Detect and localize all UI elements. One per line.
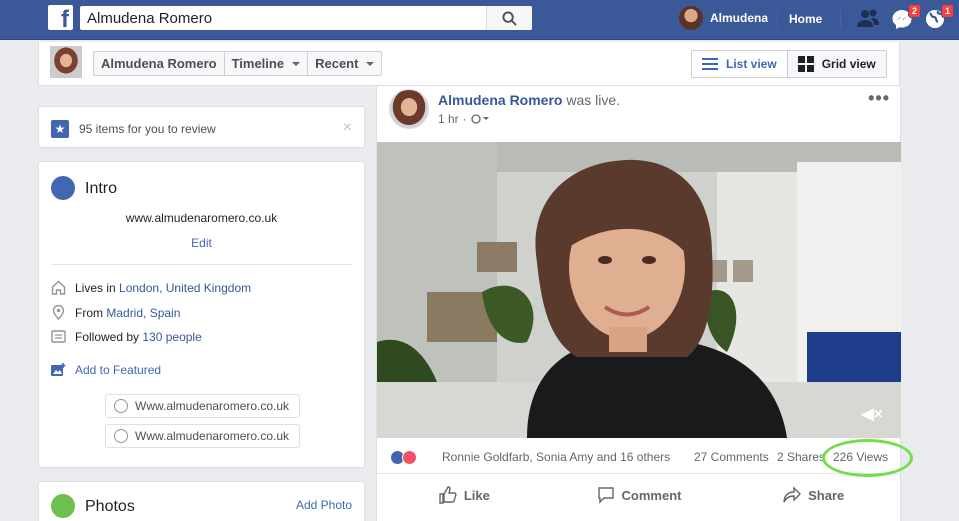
followers-icon <box>51 330 66 343</box>
audience-globe-icon[interactable] <box>471 114 489 124</box>
post-timestamp: 1 hr · <box>438 112 489 126</box>
recent-dropdown[interactable]: Recent <box>308 52 381 75</box>
website-chip[interactable]: Www.almudenaromero.co.uk <box>105 424 300 448</box>
close-icon[interactable]: × <box>343 119 352 137</box>
website-chip-label: Www.almudenaromero.co.uk <box>135 399 290 413</box>
photos-card: Photos Add Photo <box>38 481 365 521</box>
intro-website: www.almudenaromero.co.uk <box>125 211 278 225</box>
post-header: Almudena Romero was live. <box>438 92 620 108</box>
nav-home-link[interactable]: Home <box>789 12 822 26</box>
globe-icon <box>51 176 75 200</box>
list-icon <box>702 58 718 70</box>
views-highlight-circle <box>822 439 913 477</box>
nav-divider <box>777 10 778 28</box>
add-photo-link[interactable]: Add Photo <box>296 498 352 512</box>
post-actions: Like Comment Share <box>377 478 901 512</box>
top-navigation-bar: f Almudena Home 2 1 <box>0 0 959 40</box>
globe-icon <box>114 399 128 413</box>
avatar <box>679 6 703 30</box>
video-frame <box>377 142 901 438</box>
share-label: Share <box>808 487 845 503</box>
search-icon <box>502 10 517 26</box>
view-toggle: List view Grid view <box>691 50 887 78</box>
star-icon: ★ <box>51 120 69 138</box>
post-options-button[interactable]: ••• <box>868 88 890 109</box>
globe-icon <box>114 429 128 443</box>
comments-count-link[interactable]: 27 Comments <box>694 450 769 464</box>
edit-bio-link[interactable]: Edit <box>39 236 364 250</box>
add-to-featured-button[interactable]: Add to Featured <box>51 363 161 377</box>
from-row: From Madrid, Spain <box>51 305 180 320</box>
nav-divider <box>840 10 841 28</box>
search-input[interactable] <box>80 7 486 29</box>
recent-label: Recent <box>315 56 359 71</box>
timeline-dropdown[interactable]: Timeline <box>225 52 309 75</box>
profile-name-link[interactable]: Almudena Romero <box>94 52 225 75</box>
live-post: Almudena Romero was live. 1 hr · ••• ◀× … <box>376 86 913 521</box>
grid-view-label: Grid view <box>821 57 876 71</box>
timeline-nav: Almudena Romero Timeline Recent <box>93 51 383 76</box>
like-button[interactable]: Like <box>377 478 552 512</box>
share-button[interactable]: Share <box>726 478 901 512</box>
timeline-label: Timeline <box>231 56 285 71</box>
search-button[interactable] <box>486 6 532 30</box>
comment-button[interactable]: Comment <box>552 478 727 512</box>
lives-in-prefix: Lives in <box>75 280 116 295</box>
like-label: Like <box>463 487 490 503</box>
notifications-button[interactable]: 1 <box>924 4 954 30</box>
thumbs-up-icon <box>439 486 457 504</box>
reaction-icons[interactable] <box>390 450 417 465</box>
shares-count-link[interactable]: 2 Shares <box>777 450 825 464</box>
intro-card: Intro www.almudenaromero.co.uk Edit Live… <box>38 161 365 468</box>
review-text: 95 items for you to review <box>79 122 216 136</box>
nav-profile-link[interactable]: Almudena <box>679 6 768 30</box>
chevron-down-icon <box>292 61 301 66</box>
featured-photo-icon <box>51 363 66 376</box>
nav-user-name: Almudena <box>710 11 769 25</box>
live-video-player[interactable]: ◀× <box>377 142 901 438</box>
timeline-subheader: Almudena Romero Timeline Recent List vie… <box>38 42 900 86</box>
friends-icon <box>857 9 879 27</box>
photos-icon <box>51 494 75 518</box>
list-view-button[interactable]: List view <box>692 51 788 77</box>
reaction-names-link[interactable]: Ronnie Goldfarb, Sonia Amy and 16 others <box>442 450 670 464</box>
chevron-down-icon <box>366 61 375 66</box>
profile-thumbnail[interactable] <box>50 46 82 78</box>
comment-icon <box>597 487 614 504</box>
lives-in-link[interactable]: London, United Kingdom <box>119 281 251 295</box>
mute-icon[interactable]: ◀× <box>861 404 883 424</box>
lives-in-row: Lives in London, United Kingdom <box>51 280 251 295</box>
post-action: was live. <box>566 92 621 108</box>
grid-icon <box>797 56 814 72</box>
intro-title: Intro <box>85 180 118 197</box>
list-view-label: List view <box>726 57 777 71</box>
avatar[interactable] <box>389 89 429 129</box>
divider <box>51 264 352 265</box>
messages-button[interactable]: 2 <box>891 4 921 30</box>
friend-requests-button[interactable] <box>856 8 880 30</box>
notifications-badge: 1 <box>940 4 954 18</box>
love-reaction-icon <box>402 450 417 465</box>
website-chip[interactable]: Www.almudenaromero.co.uk <box>105 394 300 418</box>
website-chip-label: Www.almudenaromero.co.uk <box>135 429 290 443</box>
followed-prefix: Followed by <box>75 329 140 344</box>
comment-label: Comment <box>621 487 682 503</box>
add-to-featured-label: Add to Featured <box>75 363 162 377</box>
location-pin-icon <box>52 305 65 320</box>
post-time-link[interactable]: 1 hr <box>438 112 459 126</box>
followers-link[interactable]: 130 people <box>142 330 201 344</box>
facebook-logo[interactable]: f <box>48 5 73 30</box>
review-notice[interactable]: ★ 95 items for you to review × <box>38 106 365 148</box>
messages-badge: 2 <box>907 4 921 18</box>
home-icon <box>51 280 66 295</box>
followers-row: Followed by 130 people <box>51 329 202 344</box>
search-box <box>80 6 532 30</box>
post-stats: Ronnie Goldfarb, Sonia Amy and 16 others… <box>377 438 913 477</box>
from-link[interactable]: Madrid, Spain <box>106 306 180 320</box>
share-icon <box>783 486 802 503</box>
photos-title: Photos <box>85 498 135 515</box>
grid-view-button[interactable]: Grid view <box>788 51 886 77</box>
from-prefix: From <box>75 305 103 320</box>
post-author-link[interactable]: Almudena Romero <box>438 92 562 108</box>
